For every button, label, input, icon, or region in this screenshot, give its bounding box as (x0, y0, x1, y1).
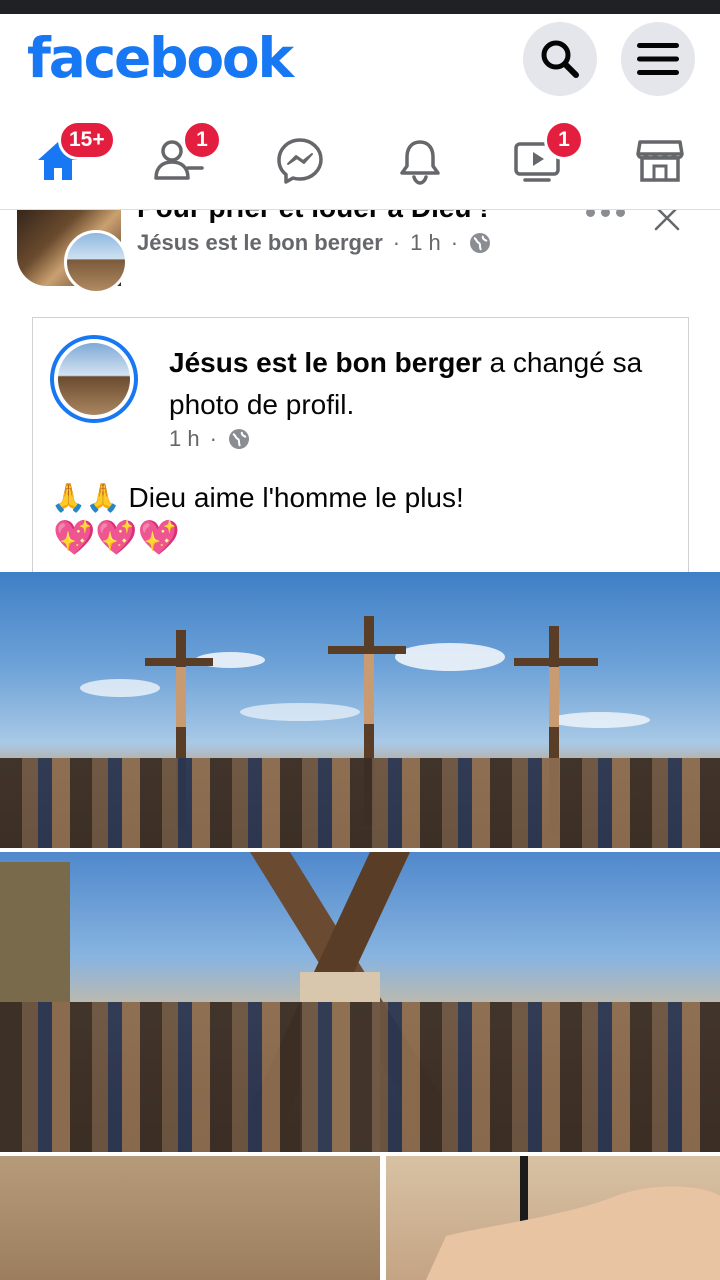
post-header: Pour prier et louer à Dieu ! Jésus est l… (0, 210, 720, 300)
post-title[interactable]: Pour prier et louer à Dieu ! (137, 210, 489, 224)
shared-post-time[interactable]: 1 h (169, 426, 200, 452)
watch-badge: 1 (544, 120, 584, 160)
more-options-icon[interactable] (586, 210, 625, 217)
shared-author-name[interactable]: Jésus est le bon berger (169, 347, 482, 378)
tab-friends[interactable]: 1 (148, 120, 222, 196)
facebook-logo[interactable]: facebook (27, 28, 294, 88)
messenger-icon (277, 138, 323, 184)
post-meta: Jésus est le bon berger · 1 h · (137, 230, 492, 256)
shared-post-card[interactable]: Jésus est le bon berger a changé sa phot… (32, 317, 689, 577)
crowd (0, 1002, 720, 1152)
home-badge: 15+ (58, 120, 116, 160)
hamburger-menu-icon (637, 43, 679, 75)
close-icon[interactable] (652, 210, 682, 233)
tab-home[interactable]: 15+ (28, 120, 116, 196)
praying-hands-emoji: 🙏🙏 (51, 482, 121, 513)
shared-post-body: 🙏🙏 Dieu aime l'homme le plus! (51, 478, 464, 518)
shared-post-text: Dieu aime l'homme le plus! (128, 482, 464, 513)
bell-icon (400, 140, 440, 185)
top-header: facebook 15+ 1 1 (0, 14, 720, 210)
post-time[interactable]: 1 h (410, 230, 441, 256)
nail-and-hand-illustration (426, 1156, 720, 1280)
post-photo-3[interactable] (0, 1156, 380, 1280)
shared-post-meta: 1 h · (169, 426, 251, 452)
friends-badge: 1 (182, 120, 222, 160)
tab-messenger[interactable] (270, 126, 330, 196)
post-photo-1[interactable] (0, 572, 720, 848)
tab-watch[interactable]: 1 (508, 120, 584, 196)
crowd (0, 758, 720, 848)
marketplace-icon (636, 140, 684, 182)
heart-emoji-line: 💖💖💖 (53, 519, 181, 557)
page-name[interactable]: Jésus est le bon berger (137, 230, 383, 256)
search-button[interactable] (523, 22, 597, 96)
status-bar (0, 0, 720, 14)
shared-author-avatar[interactable] (50, 335, 138, 423)
tab-notifications[interactable] (390, 126, 450, 196)
menu-button[interactable] (621, 22, 695, 96)
page-avatar[interactable] (64, 230, 128, 294)
tab-marketplace[interactable] (630, 126, 690, 196)
globe-icon (228, 429, 249, 449)
shared-post-headline: Jésus est le bon berger a changé sa phot… (169, 342, 679, 426)
search-icon (541, 40, 579, 78)
post-photo-2[interactable] (0, 852, 720, 1152)
globe-icon (470, 233, 491, 253)
news-feed[interactable]: Pour prier et louer à Dieu ! Jésus est l… (0, 210, 720, 1280)
post-photo-4[interactable] (386, 1156, 720, 1280)
